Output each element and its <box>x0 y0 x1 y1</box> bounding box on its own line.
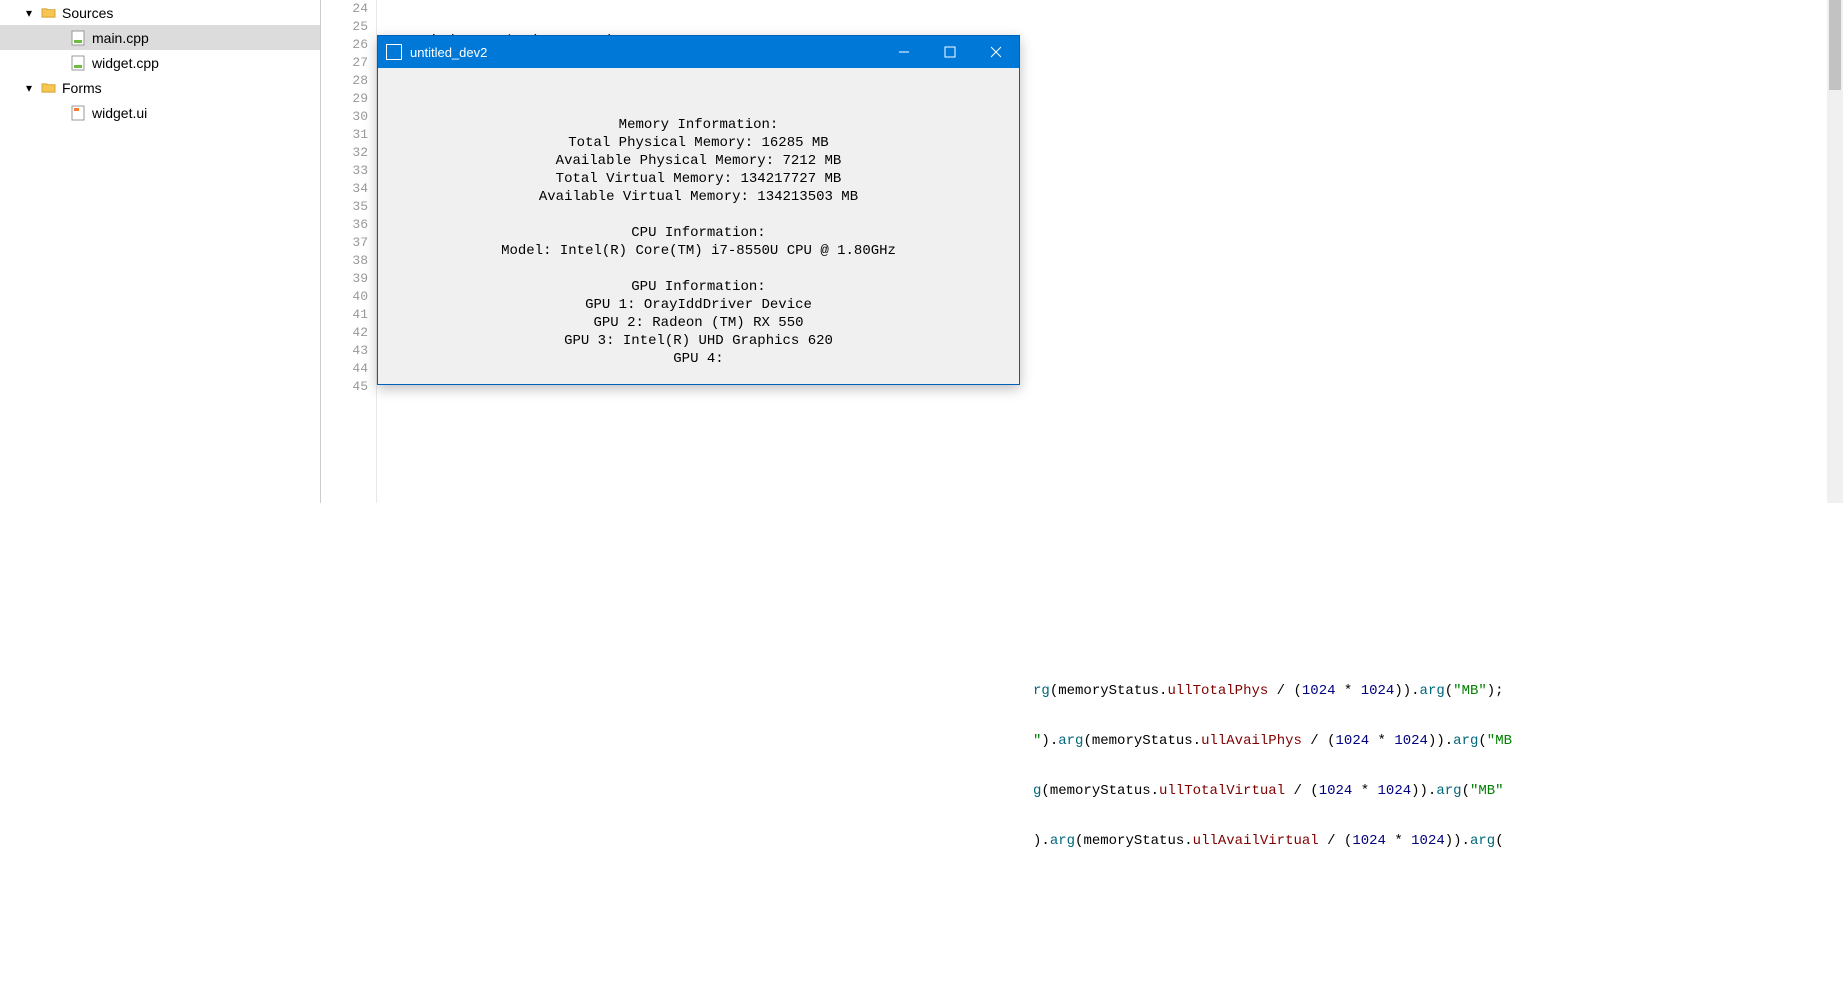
close-button[interactable] <box>973 36 1019 68</box>
chevron-down-icon[interactable]: ▾ <box>22 6 36 20</box>
line-number: 44 <box>321 360 368 378</box>
line-number: 28 <box>321 72 368 90</box>
scrollbar-thumb[interactable] <box>1829 0 1841 90</box>
code-line: ).arg(memoryStatus.ullAvailVirtual / (10… <box>393 832 1843 850</box>
line-number: 39 <box>321 270 368 288</box>
line-number: 31 <box>321 126 368 144</box>
cpp-file-icon <box>70 55 86 71</box>
app-body: Memory Information: Total Physical Memor… <box>378 68 1019 368</box>
line-number: 26 <box>321 36 368 54</box>
cpp-file-icon <box>70 30 86 46</box>
tree-label: widget.ui <box>92 105 147 121</box>
output-line: GPU 1: OrayIddDriver Device <box>390 296 1007 314</box>
folder-icon <box>40 5 56 21</box>
app-icon <box>386 44 402 60</box>
output-line: Total Virtual Memory: 134217727 MB <box>390 170 1007 188</box>
minimize-button[interactable] <box>881 36 927 68</box>
output-line: Available Physical Memory: 7212 MB <box>390 152 1007 170</box>
line-number: 24 <box>321 0 368 18</box>
app-window[interactable]: untitled_dev2 Memory Information: Total … <box>377 35 1020 385</box>
tree-label: widget.cpp <box>92 55 159 71</box>
line-number: 32 <box>321 144 368 162</box>
tree-file-main-cpp[interactable]: main.cpp <box>0 25 320 50</box>
tree-folder-forms[interactable]: ▾ Forms <box>0 75 320 100</box>
tree-file-widget-cpp[interactable]: widget.cpp <box>0 50 320 75</box>
line-number: 35 <box>321 198 368 216</box>
tree-file-widget-ui[interactable]: widget.ui <box>0 100 320 125</box>
line-number: 37 <box>321 234 368 252</box>
output-line: GPU 3: Intel(R) UHD Graphics 620 <box>390 332 1007 350</box>
tree-label: Forms <box>62 80 102 96</box>
code-line: rg(memoryStatus.ullTotalPhys / (1024 * 1… <box>393 682 1843 700</box>
code-line: g(memoryStatus.ullTotalVirtual / (1024 *… <box>393 782 1843 800</box>
line-number: 29 <box>321 90 368 108</box>
line-number: 33 <box>321 162 368 180</box>
code-line <box>393 882 1843 900</box>
maximize-button[interactable] <box>927 36 973 68</box>
line-number: 30 <box>321 108 368 126</box>
output-line: GPU Information: <box>390 278 1007 296</box>
output-line: Model: Intel(R) Core(TM) i7-8550U CPU @ … <box>390 242 1007 260</box>
window-title: untitled_dev2 <box>410 45 881 60</box>
line-number: 36 <box>321 216 368 234</box>
output-line: Total Physical Memory: 16285 MB <box>390 134 1007 152</box>
code-line: ").arg(memoryStatus.ullAvailPhys / (1024… <box>393 732 1843 750</box>
chevron-down-icon[interactable]: ▾ <box>22 81 36 95</box>
line-number: 43 <box>321 342 368 360</box>
code-line <box>393 932 1843 950</box>
code-line <box>393 982 1843 1000</box>
output-line: GPU 4: <box>390 350 1007 368</box>
line-number: 27 <box>321 54 368 72</box>
output-line: GPU 2: Radeon (TM) RX 550 <box>390 314 1007 332</box>
code-line <box>393 482 1843 500</box>
output-line: Memory Information: <box>390 116 1007 134</box>
line-number: 41 <box>321 306 368 324</box>
code-line <box>393 532 1843 550</box>
ui-file-icon <box>70 105 86 121</box>
code-line <box>393 632 1843 650</box>
code-line <box>393 582 1843 600</box>
project-tree: ▾ Sources main.cpp widget.cpp ▾ Forms wi… <box>0 0 320 503</box>
line-number-gutter: 24 25 26 27 28 29 30 31 32 33 34 35 36 3… <box>321 0 377 503</box>
line-number: 25 <box>321 18 368 36</box>
tree-label: main.cpp <box>92 30 149 46</box>
line-number: 38 <box>321 252 368 270</box>
line-number: 45 <box>321 378 368 396</box>
output-line: CPU Information: <box>390 224 1007 242</box>
tree-folder-sources[interactable]: ▾ Sources <box>0 0 320 25</box>
folder-icon <box>40 80 56 96</box>
tree-label: Sources <box>62 5 113 21</box>
vertical-scrollbar[interactable] <box>1827 0 1843 503</box>
line-number: 34 <box>321 180 368 198</box>
code-line <box>393 432 1843 450</box>
titlebar[interactable]: untitled_dev2 <box>378 36 1019 68</box>
line-number: 40 <box>321 288 368 306</box>
line-number: 42 <box>321 324 368 342</box>
output-line: Available Virtual Memory: 134213503 MB <box>390 188 1007 206</box>
